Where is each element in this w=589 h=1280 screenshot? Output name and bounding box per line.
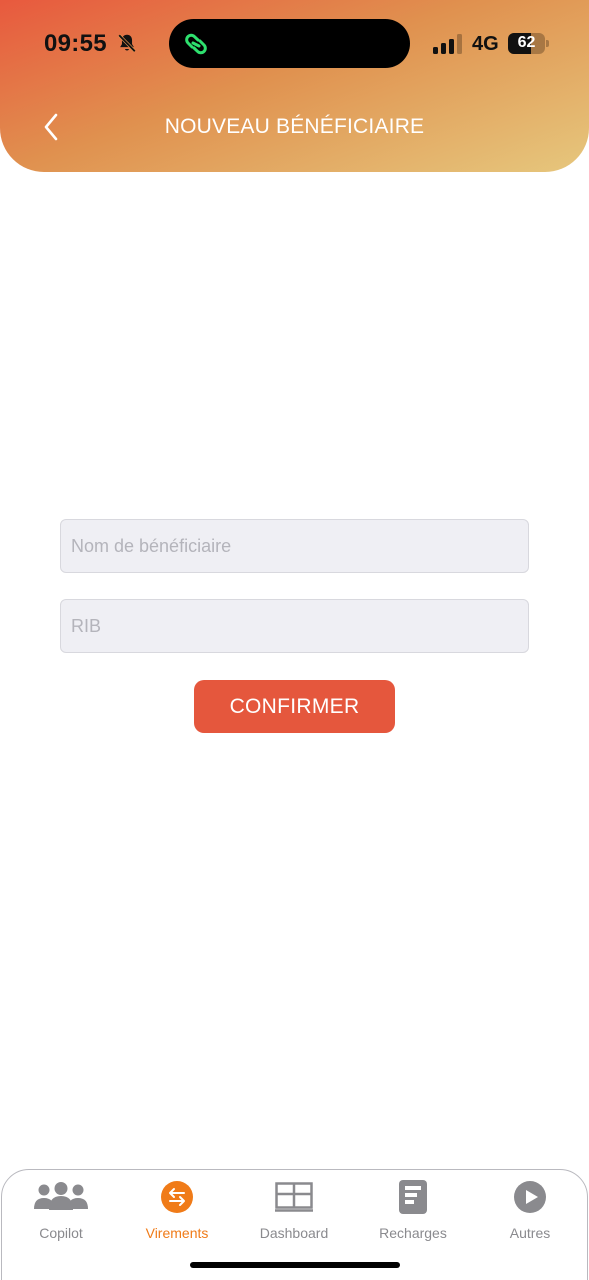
confirm-button[interactable]: CONFIRMER [194,680,395,733]
home-indicator [190,1262,400,1268]
tab-virements[interactable]: Virements [118,1178,236,1248]
transfer-icon [161,1181,193,1213]
beneficiary-name-input[interactable] [60,519,529,573]
tab-label: Copilot [39,1225,83,1241]
rib-input[interactable] [60,599,529,653]
header: 09:55 4G 62 NOUVEAU BÉNÉFICIAIRE [0,0,589,172]
tab-label: Autres [509,1225,551,1241]
page-title: NOUVEAU BÉNÉFICIAIRE [164,115,425,138]
tab-autres[interactable]: Autres [471,1178,589,1248]
tab-label: Virements [145,1225,209,1241]
status-time: 09:55 [44,30,107,57]
tab-dashboard[interactable]: Dashboard [235,1178,353,1248]
tab-label: Dashboard [259,1225,329,1241]
battery-cap [546,40,549,47]
battery-icon: 62 [508,33,545,54]
people-icon [34,1182,88,1210]
link-activity-icon [185,33,207,55]
document-icon [399,1180,427,1214]
grid-icon [275,1182,313,1212]
play-icon [514,1181,546,1213]
dynamic-island [169,19,410,68]
tab-recharges[interactable]: Recharges [354,1178,472,1248]
tab-label: Recharges [379,1225,447,1241]
battery-level: 62 [517,34,536,51]
bell-muted-icon [118,34,136,53]
signal-icon [433,34,462,54]
network-type: 4G [472,33,499,55]
tab-copilot[interactable]: Copilot [2,1178,120,1248]
